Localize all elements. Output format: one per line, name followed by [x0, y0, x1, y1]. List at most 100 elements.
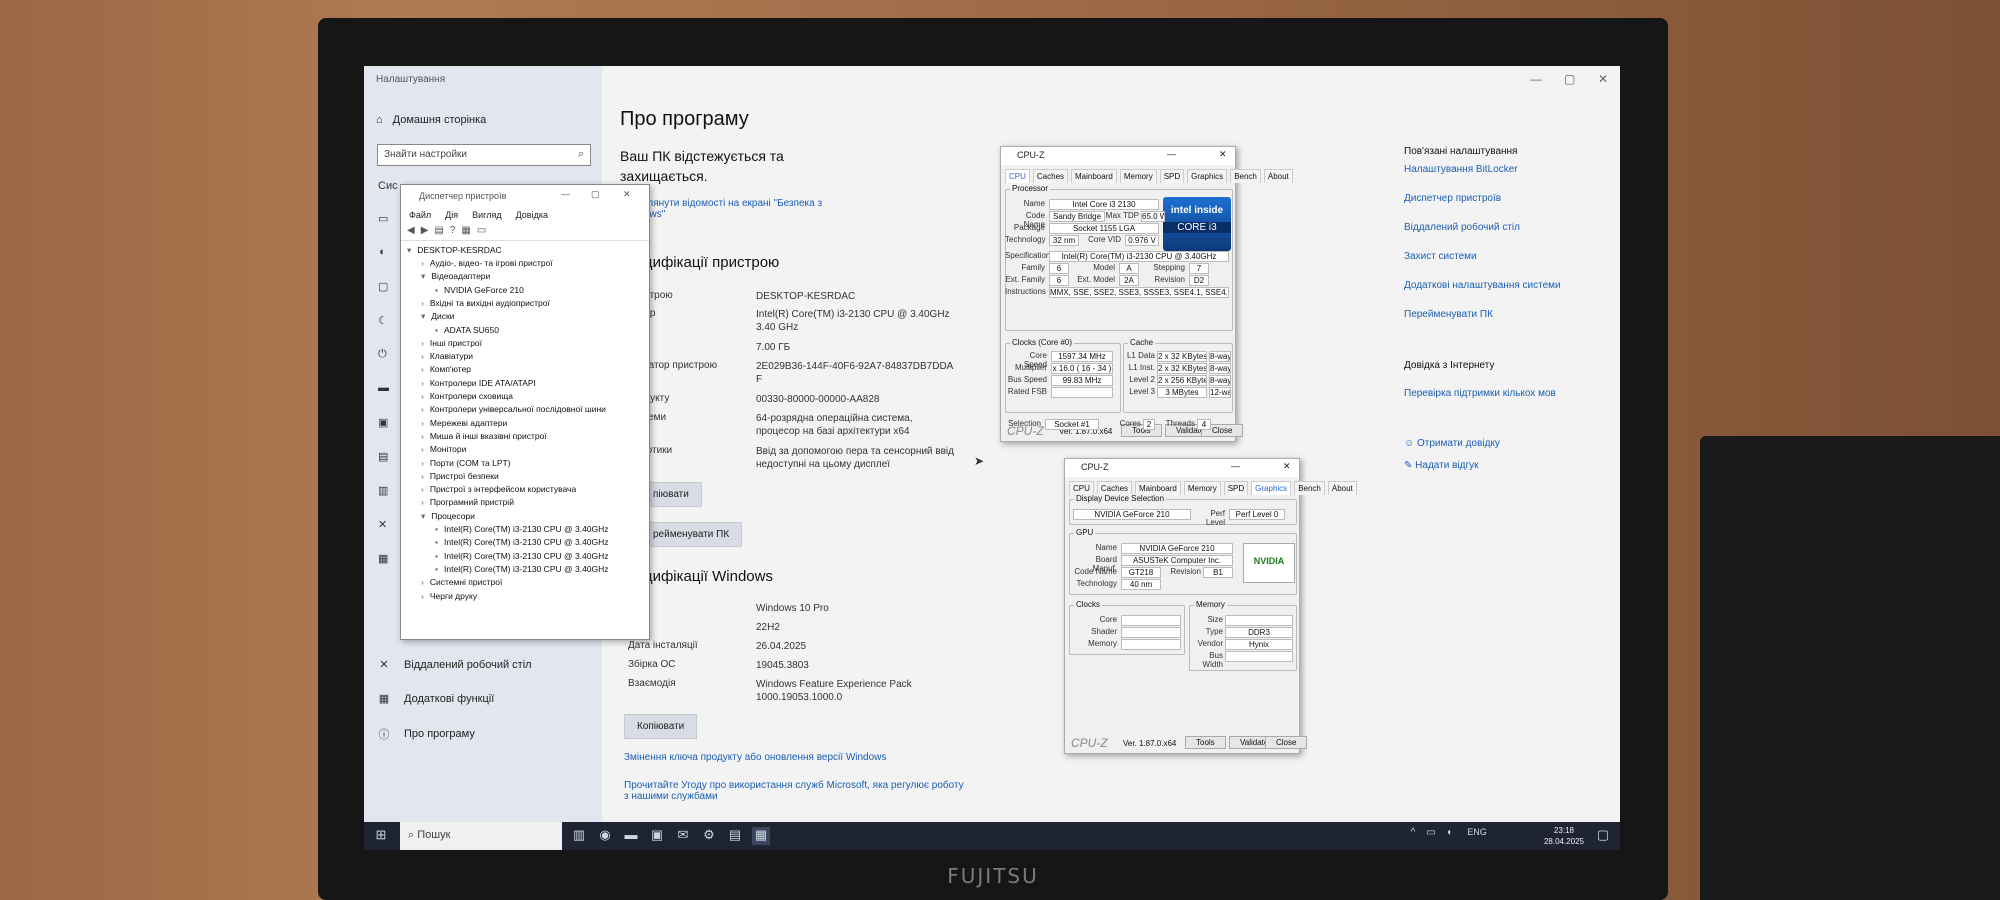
tree-node[interactable]: ▪ Intel(R) Core(TM) i3-2130 CPU @ 3.40GHz — [435, 551, 609, 561]
help-link[interactable]: ☺ Отримати довідку — [1404, 438, 1500, 449]
feedback-link[interactable]: ✎ Надати відгук — [1404, 460, 1478, 471]
tree-node[interactable]: › Контролери сховища — [421, 391, 513, 401]
store-icon[interactable]: ▣ — [648, 827, 666, 845]
explorer-icon[interactable]: ▬ — [622, 827, 640, 845]
tab-cpu[interactable]: CPU — [1069, 481, 1094, 495]
help-icon[interactable]: ? — [450, 225, 456, 238]
tab-memory[interactable]: Memory — [1119, 169, 1157, 183]
tree-node[interactable]: › Системні пристрої — [421, 577, 502, 587]
tree-node[interactable]: › Контролери IDE ATA/ATAPI — [421, 378, 536, 388]
monitor-icon[interactable]: ▭ — [477, 225, 486, 238]
tab-mainboard[interactable]: Mainboard — [1135, 481, 1181, 495]
edge-icon[interactable]: ◉ — [596, 827, 614, 845]
services-agreement-link[interactable]: Прочитайте Угоду про використання служб … — [624, 780, 964, 802]
tab-graphics[interactable]: Graphics — [1187, 169, 1228, 183]
tree-node[interactable]: › Пристрої з інтерфейсом користувача — [421, 484, 576, 494]
start-icon[interactable]: ⊞ — [372, 827, 390, 845]
tab-caches[interactable]: Caches — [1096, 481, 1133, 495]
devmgr-app-icon[interactable]: ▤ — [726, 827, 744, 845]
tab-memory[interactable]: Memory — [1183, 481, 1221, 495]
clock[interactable]: 23:18 28.04.2025 — [1544, 825, 1584, 847]
tree-node[interactable]: ▪ Intel(R) Core(TM) i3-2130 CPU @ 3.40GHz — [435, 564, 609, 574]
related-link-protection[interactable]: Захист системи — [1404, 251, 1477, 262]
tree-node[interactable]: › Вхідні та вихідні аудіопристрої — [421, 298, 550, 308]
network-icon[interactable]: ▭ — [1422, 827, 1440, 845]
tree-node[interactable]: › Комп'ютер — [421, 364, 471, 374]
tree-node[interactable]: ▾ Відеоадаптери — [421, 271, 490, 282]
notifications-icon[interactable]: ▢ — [1594, 827, 1612, 845]
tree-node[interactable]: ▾ Процесори — [421, 511, 475, 522]
home-link[interactable]: ⌂ Домашня сторінка — [376, 114, 486, 126]
tree-node[interactable]: ▪ Intel(R) Core(TM) i3-2130 CPU @ 3.40GHz — [435, 524, 609, 534]
maximize-icon[interactable]: ▢ — [591, 189, 600, 200]
language-indicator[interactable]: ENG — [1462, 827, 1492, 845]
tab-about[interactable]: About — [1263, 169, 1293, 183]
tree-node[interactable]: ▾ Диски — [421, 311, 455, 322]
support-link[interactable]: Перевірка підтримки кількох мов — [1404, 388, 1556, 399]
tree-node[interactable]: ▪ NVIDIA GeForce 210 — [435, 285, 524, 295]
taskbar-search[interactable]: ⌕ Пошук — [400, 822, 562, 850]
settings-icon[interactable]: ⚙ — [700, 827, 718, 845]
tree-root[interactable]: ▾ DESKTOP-KESRDAC — [407, 245, 502, 256]
forward-icon[interactable]: ▶ — [421, 225, 429, 238]
tab-about[interactable]: About — [1327, 481, 1357, 495]
related-link-devmgr[interactable]: Диспетчер пристроїв — [1404, 193, 1501, 204]
menu-file[interactable]: Файл — [409, 210, 431, 220]
menu-help[interactable]: Довідка — [516, 210, 548, 220]
task-view-icon[interactable]: ▥ — [570, 827, 588, 845]
notifications-icon[interactable]: ▢ — [378, 280, 388, 293]
related-link-bitlocker[interactable]: Налаштування BitLocker — [1404, 164, 1518, 175]
close-icon[interactable]: ✕ — [1598, 72, 1608, 86]
tree-node[interactable]: › Монітори — [421, 444, 466, 454]
volume-icon[interactable]: ◖ — [1440, 827, 1458, 845]
change-key-link[interactable]: Змінення ключа продукту або оновлення ве… — [624, 752, 1004, 763]
tray-chevron-icon[interactable]: ^ — [1404, 827, 1422, 845]
minimize-icon[interactable]: — — [1530, 72, 1542, 86]
tree-node[interactable]: › Контролери універсальної послідовної ши… — [421, 404, 606, 414]
settings-search-input[interactable]: Знайти настройки ⌕ — [377, 144, 591, 166]
tree-node[interactable]: › Мережеві адаптери — [421, 418, 507, 428]
tools-button[interactable]: Tools — [1185, 736, 1226, 749]
tab-bench[interactable]: Bench — [1294, 481, 1325, 495]
projecting-icon[interactable]: ▥ — [378, 484, 388, 497]
shared-icon[interactable]: ✕ — [378, 518, 387, 531]
power-icon[interactable]: ⏻ — [378, 348, 387, 361]
clipboard-icon[interactable]: ▦ — [378, 552, 388, 565]
tree-node[interactable]: › Аудіо-, відео- та ігрові пристрої — [421, 258, 553, 268]
tree-node[interactable]: › Клавіатури — [421, 351, 473, 361]
sound-icon[interactable]: ◖ — [378, 246, 385, 258]
tree-node[interactable]: › Черги друку — [421, 591, 477, 601]
minimize-icon[interactable]: — — [1231, 461, 1240, 471]
minimize-icon[interactable]: — — [561, 189, 570, 199]
tab-spd[interactable]: SPD — [1159, 169, 1185, 183]
sidebar-item-features[interactable]: ▦ Додаткові функції — [378, 692, 495, 706]
minimize-icon[interactable]: — — [1167, 149, 1176, 159]
rename-pc-button[interactable]: рейменувати ПК — [640, 522, 743, 547]
tree-node[interactable]: › Програмний пристрій — [421, 497, 514, 507]
tree-node[interactable]: › Миша й інші вказівні пристрої — [421, 431, 547, 441]
view-icon[interactable]: ▦ — [461, 225, 470, 238]
menu-view[interactable]: Вигляд — [472, 210, 502, 220]
related-link-remote[interactable]: Віддалений робочий стіл — [1404, 222, 1520, 233]
security-link[interactable]: глянути відомості на екрані "Безпека з o… — [644, 198, 844, 220]
tab-mainboard[interactable]: Mainboard — [1071, 169, 1117, 183]
sidebar-item-remote[interactable]: ✕ Віддалений робочий стіл — [378, 658, 531, 672]
tree-node[interactable]: ▪ Intel(R) Core(TM) i3-2130 CPU @ 3.40GHz — [435, 537, 609, 547]
sidebar-item-about[interactable]: ⓘ Про програму — [378, 726, 475, 742]
mail-icon[interactable]: ✉ — [674, 827, 692, 845]
tab-graphics[interactable]: Graphics — [1251, 481, 1292, 495]
tree-node[interactable]: › Порти (COM та LPT) — [421, 458, 511, 468]
properties-icon[interactable]: ▤ — [434, 225, 443, 238]
related-link-rename[interactable]: Перейменувати ПК — [1404, 309, 1493, 320]
tab-cpu[interactable]: CPU — [1005, 169, 1030, 183]
tree-node[interactable]: › Інші пристрої — [421, 338, 482, 348]
related-link-advanced[interactable]: Додаткові налаштування системи — [1404, 280, 1561, 291]
menu-action[interactable]: Дія — [445, 210, 458, 220]
close-button[interactable]: Close — [1265, 736, 1308, 749]
storage-icon[interactable]: ▬ — [378, 382, 389, 394]
maximize-icon[interactable]: ▢ — [1564, 72, 1575, 86]
tab-caches[interactable]: Caches — [1032, 169, 1069, 183]
back-icon[interactable]: ◀ — [407, 225, 415, 238]
close-icon[interactable]: ✕ — [1283, 461, 1291, 472]
display-icon[interactable]: ▭ — [378, 212, 388, 225]
